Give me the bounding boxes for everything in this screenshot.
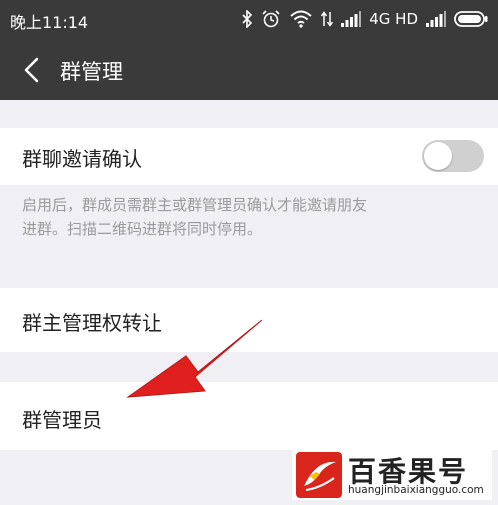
group-admins-row[interactable]: 群管理员 — [0, 382, 498, 450]
section-gap — [0, 352, 498, 382]
section-gap — [0, 100, 498, 128]
data-arrows-icon — [321, 10, 334, 28]
signal-icon — [341, 11, 362, 27]
watermark-url: huangjinbaixiangguo.com — [348, 484, 484, 496]
page-title: 群管理 — [60, 60, 123, 84]
status-icons: 4G HD — [241, 7, 488, 31]
section-gap — [0, 258, 498, 288]
toggle-knob — [424, 142, 452, 170]
back-button[interactable] — [14, 53, 48, 87]
description-line-2: 进群。扫描二维码进群将同时停用。 — [22, 220, 263, 238]
wechat-group-management-screen: 晚上11:14 4G HD 群管理 群聊邀请确认 启用后，群成员需群主或群管理员… — [0, 0, 498, 505]
chevron-left-icon — [24, 57, 39, 83]
invite-confirm-toggle[interactable] — [422, 140, 484, 172]
signal-icon — [426, 11, 446, 27]
watermark-logo-icon — [296, 452, 342, 498]
transfer-owner-row[interactable]: 群主管理权转让 — [0, 288, 498, 352]
group-admins-label: 群管理员 — [22, 408, 102, 432]
transfer-owner-label: 群主管理权转让 — [22, 311, 162, 335]
navigation-bar: 群管理 — [0, 40, 498, 100]
invite-confirm-row[interactable]: 群聊邀请确认 — [0, 128, 498, 185]
bluetooth-icon — [241, 10, 253, 28]
description-line-1: 启用后，群成员需群主或群管理员确认才能邀请朋友 — [22, 196, 368, 214]
network-type: 4G HD — [369, 10, 418, 28]
status-bar: 晚上11:14 4G HD — [0, 0, 498, 40]
invite-confirm-label: 群聊邀请确认 — [22, 147, 142, 171]
wifi-icon — [289, 10, 313, 28]
watermark: 百香果号 huangjinbaixiangguo.com — [292, 448, 492, 500]
invite-confirm-description: 启用后，群成员需群主或群管理员确认才能邀请朋友 进群。扫描二维码进群将同时停用。 — [22, 193, 472, 241]
status-time: 晚上11:14 — [10, 13, 89, 32]
battery-icon — [454, 11, 488, 27]
alarm-icon — [261, 9, 281, 29]
